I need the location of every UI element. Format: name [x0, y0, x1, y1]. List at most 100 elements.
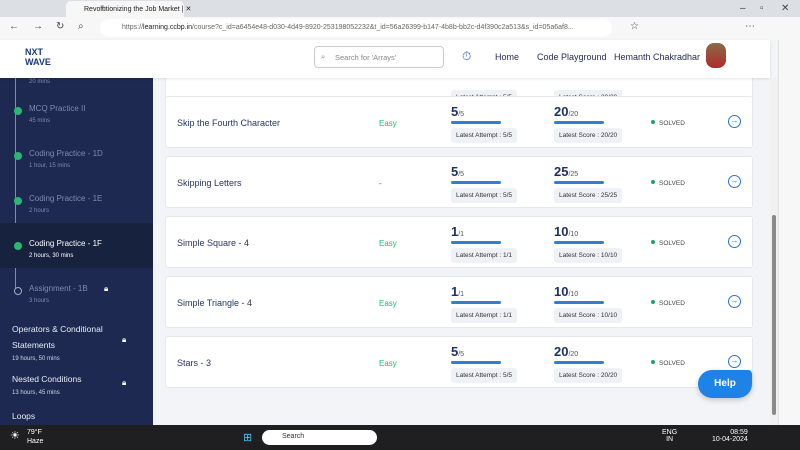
item-duration: 2 hours, 30 mins	[29, 253, 74, 259]
score-progress-bar	[554, 241, 604, 244]
solved-dot-icon	[651, 180, 655, 184]
item-duration: 2 hours	[29, 208, 50, 214]
back-icon[interactable]: ←	[9, 21, 19, 32]
scrollbar-thumb[interactable]	[772, 215, 776, 415]
question-card[interactable]: Simple Square - 4 Easy 1/1 Latest Attemp…	[165, 216, 753, 268]
item-label: Coding Practice - 1D	[29, 149, 103, 158]
latest-attempt: Latest Attempt : 1/1	[451, 308, 518, 323]
sidebar-item-assignment-1b[interactable]: Assignment - 1B 🔒︎ 3 hours	[0, 268, 153, 313]
section-loops[interactable]: Loops	[12, 408, 142, 424]
latest-attempt: Latest Attempt : 1/1	[451, 248, 518, 263]
search-icon: ⌕	[321, 52, 326, 61]
maximize-icon[interactable]: ▫	[760, 3, 764, 14]
weather-desc[interactable]: Haze	[27, 438, 43, 445]
latest-score: Latest Score : 20/20	[554, 128, 623, 143]
latest-score: Latest Score : 25/25	[554, 188, 623, 203]
score: 25/25	[554, 164, 579, 179]
completed-icon	[14, 197, 22, 205]
attempts-progress-bar	[451, 121, 501, 124]
section-duration: 13 hours, 45 mins	[12, 390, 60, 396]
attempts-count: 1/1	[451, 224, 465, 239]
completed-icon	[14, 242, 22, 250]
latest-attempt: Latest Attempt : 5/5	[451, 188, 518, 203]
attempts-progress-bar	[451, 361, 501, 364]
latest-attempt: Latest Attempt : 5/5	[451, 128, 518, 143]
edge-sidebar	[778, 40, 800, 425]
difficulty: -	[379, 179, 382, 188]
sidebar-item-coding-practice-1d[interactable]: Coding Practice - 1D 1 hour, 15 mins	[0, 133, 153, 178]
forward-icon[interactable]: →	[33, 21, 43, 32]
arrow-right-circle-icon[interactable]: →	[728, 115, 741, 128]
nxtwave-logo[interactable]: NXT WAVE	[25, 47, 51, 67]
more-icon[interactable]: ⋯	[745, 21, 755, 32]
close-window-icon[interactable]: ✕	[781, 3, 789, 14]
status-badge: SOLVED	[651, 120, 685, 127]
url-input[interactable]: https://learning.ccbp.in/course?c_id=a64…	[100, 19, 612, 37]
tab-title: Revolutionizing the Job Market |	[84, 6, 184, 13]
item-label: Coding Practice - 1E	[29, 194, 103, 203]
close-tab-icon[interactable]: ✕	[185, 6, 191, 13]
score: 10/10	[554, 284, 579, 299]
arrow-right-circle-icon[interactable]: →	[728, 355, 741, 368]
arrow-right-circle-icon[interactable]: →	[728, 295, 741, 308]
question-card[interactable]: Skipping Letters - 5/5 Latest Attempt : …	[165, 156, 753, 208]
difficulty: Easy	[379, 359, 397, 368]
favorite-icon[interactable]: ☆	[630, 21, 639, 32]
nav-code-playground[interactable]: Code Playground	[537, 52, 607, 62]
item-duration: 3 hours	[29, 298, 50, 304]
question-card[interactable]: Stars - 3 Easy 5/5 Latest Attempt : 5/5 …	[165, 336, 753, 388]
attempts-count: 5/5	[451, 344, 465, 359]
lock-icon: 🔒︎	[104, 284, 109, 293]
user-name[interactable]: Hemanth Chakradhar	[614, 52, 700, 62]
arrow-right-circle-icon[interactable]: →	[728, 235, 741, 248]
item-duration: 45 mins	[29, 118, 51, 124]
lock-icon: 🔒︎	[122, 335, 127, 344]
status-badge: SOLVED	[651, 360, 685, 367]
timer-icon[interactable]: ⏱	[462, 49, 471, 64]
question-title[interactable]: Skip the Fourth Character	[177, 118, 280, 128]
nav-home[interactable]: Home	[495, 52, 519, 62]
clock[interactable]: 08:59 10-04-2024	[712, 429, 748, 443]
question-card[interactable]: Simple Triangle - 4 Easy 1/1 Latest Atte…	[165, 276, 753, 328]
taskbar-search[interactable]: Search	[262, 430, 377, 445]
latest-score: Latest Score : 10/10	[554, 248, 623, 263]
question-title[interactable]: Simple Triangle - 4	[177, 298, 252, 308]
sidebar-item-partial[interactable]: 20 mins	[0, 78, 153, 88]
solved-dot-icon	[651, 240, 655, 244]
question-list: Latest Attempt : 5/5 Latest Score : 20/2…	[153, 78, 770, 425]
sidebar-item-coding-practice-1e[interactable]: Coding Practice - 1E 2 hours	[0, 178, 153, 223]
question-card[interactable]: Skip the Fourth Character Easy 5/5 Lates…	[165, 96, 753, 148]
difficulty: Easy	[379, 239, 397, 248]
avatar[interactable]	[706, 43, 726, 68]
search-input[interactable]: ⌕ Search for 'Arrays'	[314, 46, 444, 68]
pending-icon	[14, 287, 22, 295]
browser-tab[interactable]: Revolutionizing the Job Market | ✕	[66, 1, 191, 17]
sidebar-item-mcq-practice-ii[interactable]: MCQ Practice II 45 mins	[0, 88, 153, 133]
latest-score: Latest Score : 20/20	[554, 368, 623, 383]
difficulty: Easy	[379, 119, 397, 128]
refresh-icon[interactable]: ↻	[56, 21, 64, 32]
item-label: MCQ Practice II	[29, 104, 86, 113]
weather-temp[interactable]: 79°F	[27, 429, 42, 436]
question-title[interactable]: Skipping Letters	[177, 178, 242, 188]
completed-icon	[14, 152, 22, 160]
difficulty: Easy	[379, 299, 397, 308]
help-button[interactable]: Help	[698, 370, 752, 398]
arrow-right-circle-icon[interactable]: →	[728, 175, 741, 188]
sidebar-item-coding-practice-1f[interactable]: Coding Practice - 1F 2 hours, 30 mins	[0, 223, 153, 268]
question-title[interactable]: Stars - 3	[177, 358, 211, 368]
section-title: Loops	[12, 411, 36, 421]
score: 20/20	[554, 104, 579, 119]
item-duration: 20 mins	[29, 79, 51, 85]
score-progress-bar	[554, 181, 604, 184]
attempts-count: 5/5	[451, 104, 465, 119]
minimize-icon[interactable]: –	[740, 3, 746, 14]
language-indicator[interactable]: ENG IN	[662, 429, 677, 443]
section-duration: 19 hours, 50 mins	[12, 356, 60, 362]
status-badge: SOLVED	[651, 300, 685, 307]
windows-start-icon[interactable]: ⊞	[243, 431, 252, 444]
new-tab-icon[interactable]: +	[100, 3, 106, 14]
status-badge: SOLVED	[651, 180, 685, 187]
search-icon[interactable]: ⌕	[78, 21, 84, 32]
question-title[interactable]: Simple Square - 4	[177, 238, 249, 248]
